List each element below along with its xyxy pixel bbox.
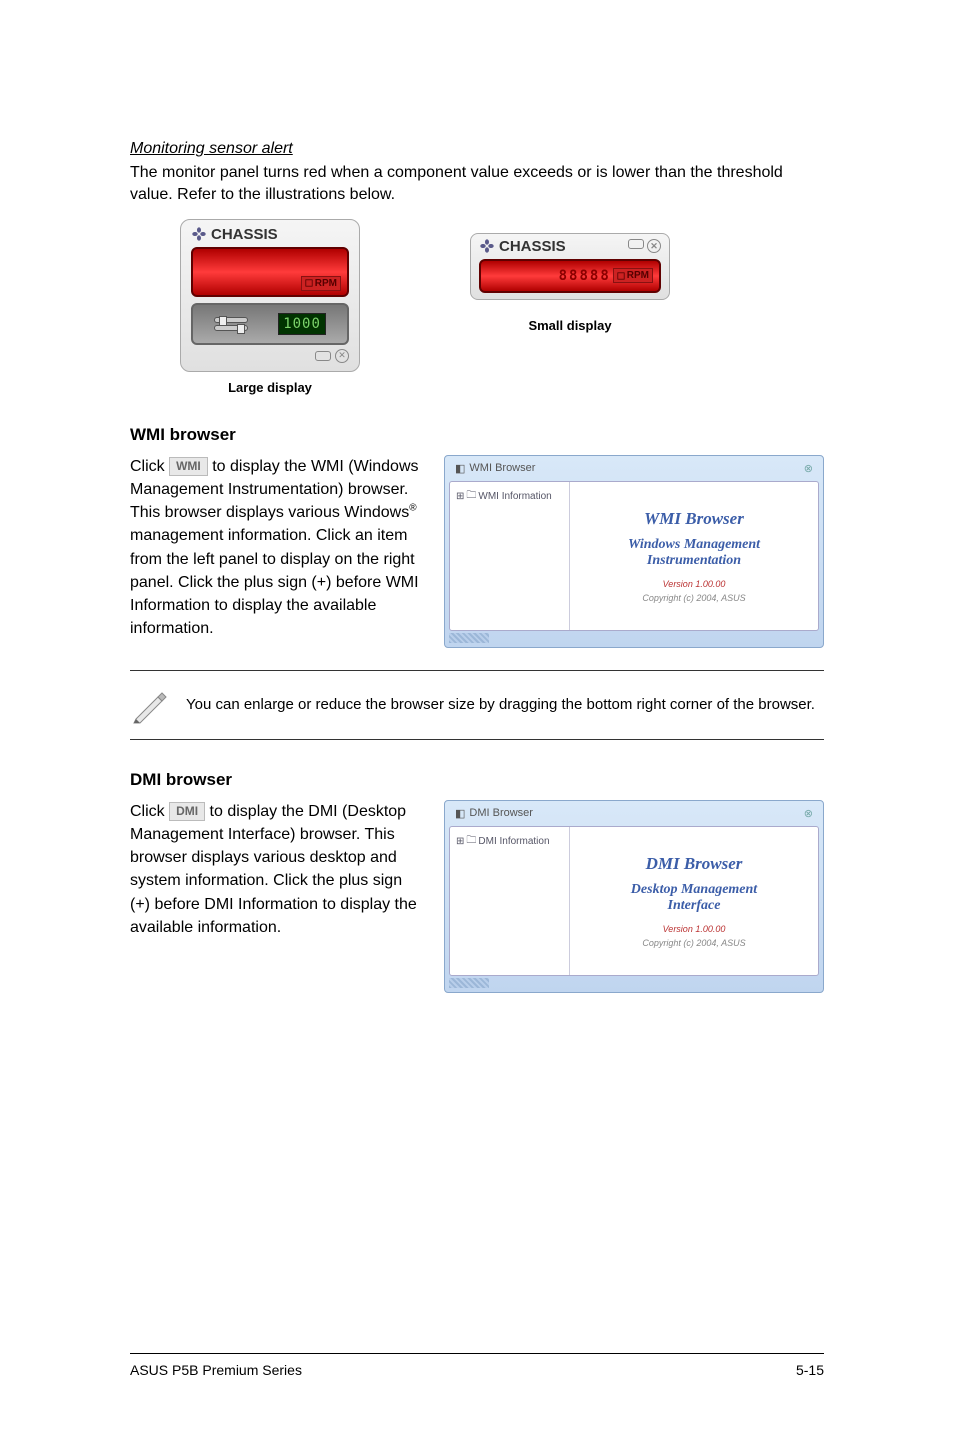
panels-row: CHASSIS RPM 1000 ✕ xyxy=(130,219,824,395)
dmi-content-sub: Desktop Management Interface xyxy=(631,882,757,914)
wmi-browser-window: ◧ WMI Browser ⊗ ⊞ 🗀 WMI Information WMI B… xyxy=(444,455,824,648)
slider-bottom[interactable] xyxy=(214,325,248,331)
wmi-text-3: management information. Click an item fr… xyxy=(130,527,419,637)
dmi-window-title: DMI Browser xyxy=(469,807,533,819)
wmi-heading: WMI browser xyxy=(130,425,824,445)
large-red-gauge: RPM xyxy=(191,247,349,297)
rpm-mini-icon-small xyxy=(617,272,625,280)
rpm-badge-small: RPM xyxy=(613,268,653,283)
controller-icon[interactable] xyxy=(315,351,331,361)
pencil-icon xyxy=(130,685,170,725)
dmi-text: Click DMI to display the DMI (Desktop Ma… xyxy=(130,800,424,939)
dmi-version: Version 1.00.00 xyxy=(663,924,726,934)
monitoring-description: The monitor panel turns red when a compo… xyxy=(130,162,824,207)
wmi-window-titlebar: ◧ WMI Browser ⊗ xyxy=(449,460,819,477)
fan-icon-small xyxy=(479,238,495,254)
dmi-sub2: Interface xyxy=(668,898,721,913)
wmi-sub1: Windows Management xyxy=(628,537,760,552)
large-panel-header: CHASSIS xyxy=(191,226,349,243)
controller-icon-small[interactable] xyxy=(628,239,644,249)
wmi-sub2: Instrumentation xyxy=(647,553,741,568)
dmi-tree-pane: ⊞ 🗀 DMI Information xyxy=(450,827,570,975)
dmi-sub1: Desktop Management xyxy=(631,882,757,897)
wmi-content-pane: WMI Browser Windows Management Instrumen… xyxy=(570,482,818,630)
small-panel-header: CHASSIS ✕ xyxy=(479,238,661,255)
slider-group xyxy=(214,317,248,331)
note-box: You can enlarge or reduce the browser si… xyxy=(130,670,824,740)
rpm-label-large: RPM xyxy=(315,278,337,289)
close-panel-icon[interactable]: ✕ xyxy=(335,349,349,363)
dmi-text-1: Click xyxy=(130,803,169,820)
footer-left: ASUS P5B Premium Series xyxy=(130,1362,302,1378)
resize-grip[interactable] xyxy=(449,633,489,643)
small-digits: 88888 xyxy=(559,268,611,284)
dmi-text-2: to display the DMI (Desktop Management I… xyxy=(130,803,417,936)
wmi-tree-label: WMI Information xyxy=(478,491,551,502)
rpm-badge-large: RPM xyxy=(301,276,341,291)
wmi-text: Click WMI to display the WMI (Windows Ma… xyxy=(130,455,424,641)
wmi-text-1: Click xyxy=(130,458,169,475)
wmi-version: Version 1.00.00 xyxy=(663,579,726,589)
large-caption: Large display xyxy=(180,380,360,395)
dmi-browser-window: ◧ DMI Browser ⊗ ⊞ 🗀 DMI Information DMI B… xyxy=(444,800,824,993)
dmi-window-titlebar: ◧ DMI Browser ⊗ xyxy=(449,805,819,822)
small-caption: Small display xyxy=(470,318,670,333)
large-panel-title: CHASSIS xyxy=(211,226,278,243)
wmi-content-title: WMI Browser xyxy=(644,509,744,529)
rpm-mini-icon xyxy=(305,279,313,287)
fan-icon xyxy=(191,226,207,242)
large-panel-container: CHASSIS RPM 1000 ✕ xyxy=(180,219,360,395)
page-footer: ASUS P5B Premium Series 5-15 xyxy=(130,1353,824,1378)
folder-icon-dmi: 🗀 xyxy=(466,833,476,850)
dmi-button-chip[interactable]: DMI xyxy=(169,802,205,821)
dmi-window-close-icon[interactable]: ⊗ xyxy=(804,807,813,820)
large-gray-controls: 1000 xyxy=(191,303,349,345)
wmi-content-sub: Windows Management Instrumentation xyxy=(628,537,760,569)
wmi-browser-inner: ⊞ 🗀 WMI Information WMI Browser Windows … xyxy=(449,481,819,631)
dmi-content-pane: DMI Browser Desktop Management Interface… xyxy=(570,827,818,975)
small-panel-container: CHASSIS ✕ 88888 RPM Small display xyxy=(470,233,670,333)
dmi-content-title: DMI Browser xyxy=(646,854,743,874)
small-red-gauge: 88888 RPM xyxy=(479,259,661,293)
window-icon-dmi: ◧ xyxy=(455,807,465,820)
slider-top[interactable] xyxy=(214,317,248,323)
dmi-tree-label: DMI Information xyxy=(478,836,549,847)
footer-right: 5-15 xyxy=(796,1362,824,1378)
panel-footer-icons: ✕ xyxy=(191,349,349,363)
wmi-copyright: Copyright (c) 2004, ASUS xyxy=(642,593,745,603)
monitoring-heading: Monitoring sensor alert xyxy=(130,140,824,158)
window-icon: ◧ xyxy=(455,462,465,475)
wmi-window-title: WMI Browser xyxy=(469,462,535,474)
small-display-panel: CHASSIS ✕ 88888 RPM xyxy=(470,233,670,300)
dmi-heading: DMI browser xyxy=(130,770,824,790)
dmi-copyright: Copyright (c) 2004, ASUS xyxy=(642,938,745,948)
dmi-browser-inner: ⊞ 🗀 DMI Information DMI Browser Desktop … xyxy=(449,826,819,976)
rpm-label-small: RPM xyxy=(627,270,649,281)
wmi-section: Click WMI to display the WMI (Windows Ma… xyxy=(130,455,824,648)
close-panel-icon-small[interactable]: ✕ xyxy=(647,239,661,253)
wmi-tree-root[interactable]: ⊞ 🗀 WMI Information xyxy=(456,488,563,505)
plus-icon[interactable]: ⊞ xyxy=(456,491,464,502)
folder-icon: 🗀 xyxy=(466,488,476,505)
plus-icon-dmi[interactable]: ⊞ xyxy=(456,836,464,847)
green-readout: 1000 xyxy=(278,313,326,335)
wmi-button-chip[interactable]: WMI xyxy=(169,457,208,476)
small-panel-title: CHASSIS xyxy=(499,238,566,255)
registered-mark: ® xyxy=(409,503,416,514)
dmi-section: Click DMI to display the DMI (Desktop Ma… xyxy=(130,800,824,993)
wmi-window-close-icon[interactable]: ⊗ xyxy=(804,462,813,475)
large-display-panel: CHASSIS RPM 1000 ✕ xyxy=(180,219,360,372)
wmi-tree-pane: ⊞ 🗀 WMI Information xyxy=(450,482,570,630)
dmi-tree-root[interactable]: ⊞ 🗀 DMI Information xyxy=(456,833,563,850)
note-text: You can enlarge or reduce the browser si… xyxy=(186,695,815,715)
resize-grip-dmi[interactable] xyxy=(449,978,489,988)
